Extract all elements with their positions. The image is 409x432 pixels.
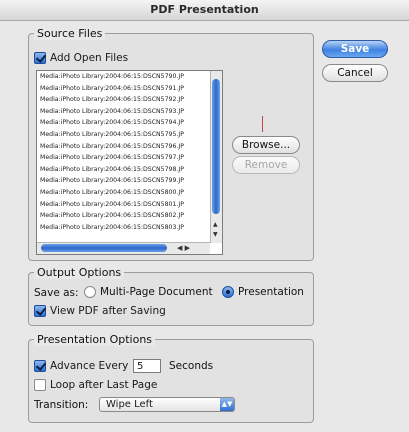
loop-label: Loop after Last Page	[50, 379, 158, 391]
file-rows: Media:iPhoto Library:2004:06:15:DSCN5790…	[37, 71, 222, 233]
file-list-item[interactable]: Media:iPhoto Library:2004:06:15:DSCN5790…	[37, 71, 222, 83]
file-list-item[interactable]: Media:iPhoto Library:2004:06:15:DSCN5795…	[37, 129, 222, 141]
multi-page-label: Multi-Page Document	[100, 286, 213, 298]
file-list-item[interactable]: Media:iPhoto Library:2004:06:15:DSCN5802…	[37, 210, 222, 222]
save-button[interactable]: Save	[322, 40, 388, 58]
select-arrows-icon: ▲▼	[220, 398, 234, 411]
window-title: PDF Presentation	[0, 0, 409, 21]
transition-value: Wipe Left	[106, 399, 153, 410]
file-list-item[interactable]: Media:iPhoto Library:2004:06:15:DSCN5797…	[37, 152, 222, 164]
source-files-list[interactable]: Media:iPhoto Library:2004:06:15:DSCN5790…	[36, 70, 223, 255]
file-list-item[interactable]: Media:iPhoto Library:2004:06:15:DSCN5791…	[37, 83, 222, 95]
file-list-item[interactable]: Media:iPhoto Library:2004:06:15:DSCN5794…	[37, 117, 222, 129]
output-options-group	[28, 272, 314, 326]
browse-button[interactable]: Browse...	[232, 136, 300, 154]
transition-select[interactable]: Wipe Left ▲▼	[99, 397, 235, 412]
presentation-radio[interactable]: Presentation	[222, 286, 304, 298]
vertical-scrollbar[interactable]: ▲ ▼	[210, 71, 222, 243]
multi-page-radio[interactable]: Multi-Page Document	[84, 286, 213, 298]
horizontal-scroll-arrows-icon[interactable]: ◀ ▶	[177, 243, 190, 254]
seconds-label: Seconds	[169, 360, 214, 372]
file-list-item[interactable]: Media:iPhoto Library:2004:06:15:DSCN5801…	[37, 199, 222, 211]
checkbox-unchecked-icon	[34, 379, 46, 391]
presentation-label: Presentation	[238, 286, 304, 298]
advance-seconds-input[interactable]: 5	[133, 359, 161, 373]
transition-label: Transition:	[34, 399, 89, 411]
file-list-item[interactable]: Media:iPhoto Library:2004:06:15:DSCN5800…	[37, 187, 222, 199]
view-pdf-label: View PDF after Saving	[50, 305, 166, 317]
save-as-label: Save as:	[34, 287, 79, 299]
add-open-files-checkbox[interactable]: Add Open Files	[34, 52, 128, 64]
file-list-item[interactable]: Media:iPhoto Library:2004:06:15:DSCN5803…	[37, 222, 222, 234]
checkbox-checked-icon	[34, 360, 46, 372]
file-list-item[interactable]: Media:iPhoto Library:2004:06:15:DSCN5798…	[37, 164, 222, 176]
scroll-down-arrow-icon[interactable]: ▼	[213, 231, 218, 238]
horizontal-scrollbar[interactable]: ◀ ▶	[37, 242, 210, 254]
loop-checkbox[interactable]: Loop after Last Page	[34, 379, 157, 391]
file-list-item[interactable]: Media:iPhoto Library:2004:06:15:DSCN5792…	[37, 94, 222, 106]
remove-button[interactable]: Remove	[232, 156, 300, 174]
radio-unselected-icon	[84, 286, 96, 298]
advance-every-label: Advance Every	[50, 360, 129, 372]
source-files-title: Source Files	[34, 27, 106, 40]
output-options-title: Output Options	[34, 266, 125, 279]
advance-every-checkbox[interactable]: Advance Every	[34, 360, 128, 372]
checkbox-checked-icon	[34, 305, 46, 317]
checkbox-checked-icon	[34, 52, 46, 64]
text-cursor-icon	[262, 116, 263, 132]
horizontal-scroll-thumb[interactable]	[41, 244, 167, 252]
file-list-item[interactable]: Media:iPhoto Library:2004:06:15:DSCN5796…	[37, 141, 222, 153]
add-open-files-label: Add Open Files	[50, 52, 129, 64]
file-list-item[interactable]: Media:iPhoto Library:2004:06:15:DSCN5799…	[37, 175, 222, 187]
presentation-options-title: Presentation Options	[34, 333, 156, 346]
scroll-up-arrow-icon[interactable]: ▲	[213, 221, 218, 228]
file-list-item[interactable]: Media:iPhoto Library:2004:06:15:DSCN5793…	[37, 106, 222, 118]
cancel-button[interactable]: Cancel	[322, 64, 388, 82]
vertical-scroll-thumb[interactable]	[212, 79, 220, 214]
radio-selected-icon	[222, 286, 234, 298]
view-pdf-checkbox[interactable]: View PDF after Saving	[34, 305, 166, 317]
pdf-presentation-dialog: PDF Presentation Source Files Add Open F…	[0, 0, 409, 432]
